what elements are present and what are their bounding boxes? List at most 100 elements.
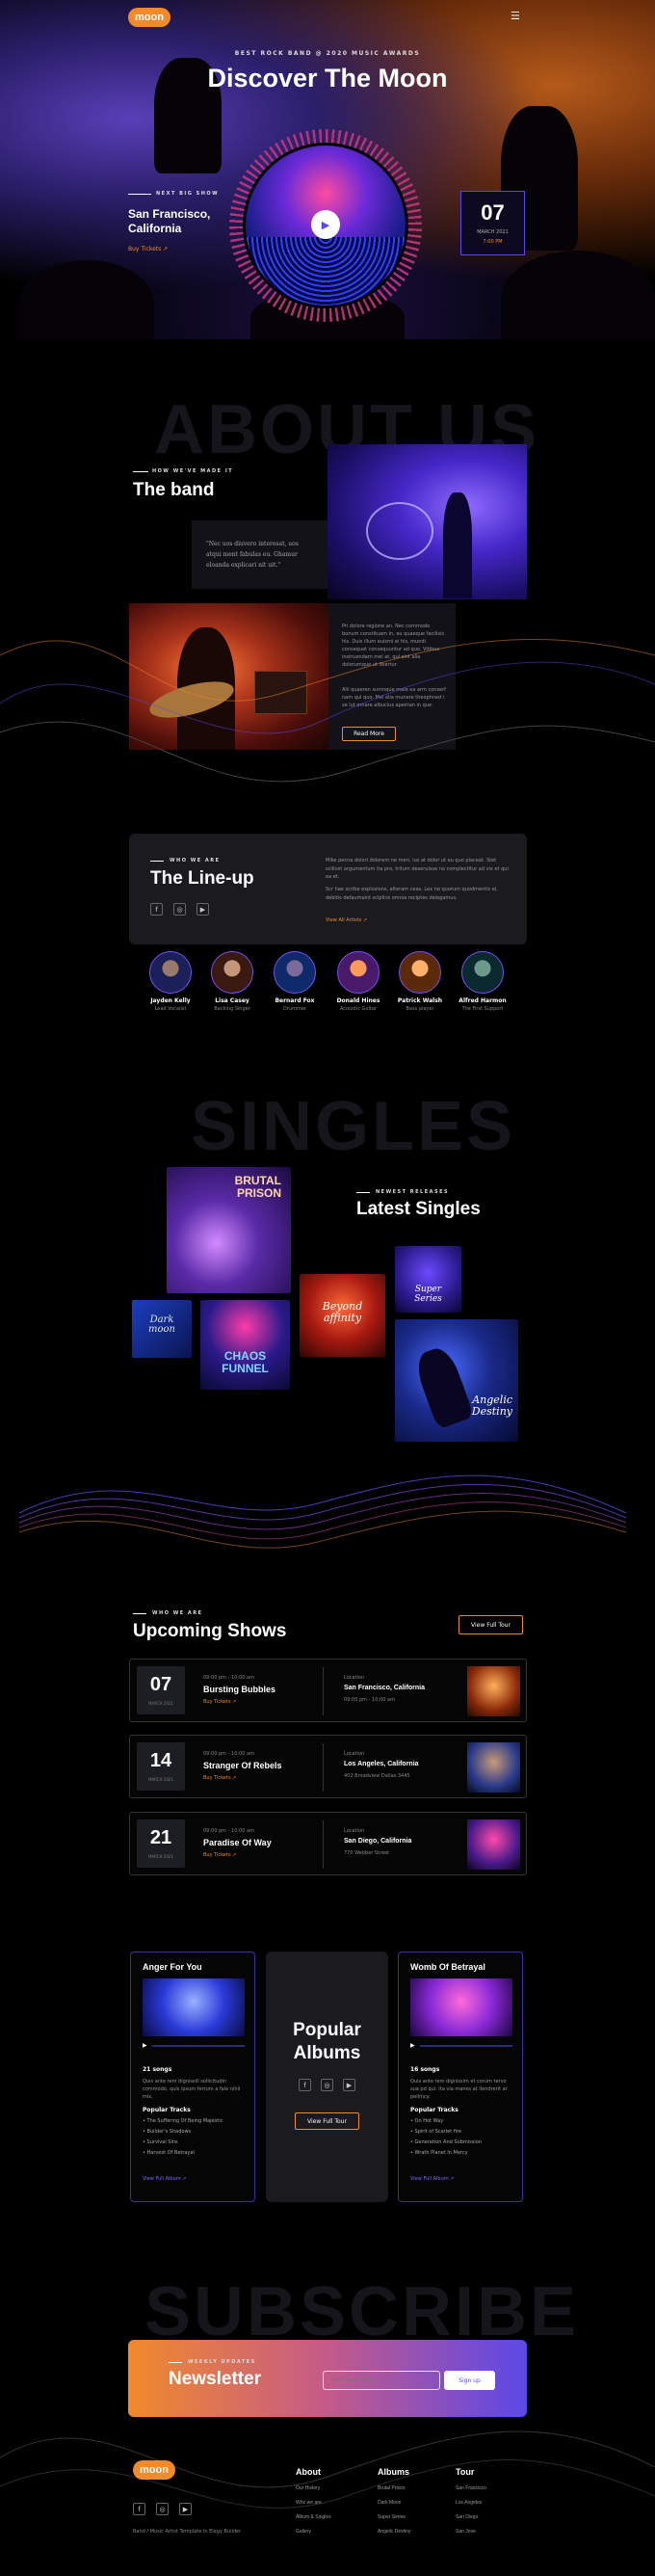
lineup-paragraph-2: Scr hae scribe explosions, alteram ceas.… <box>326 887 498 901</box>
view-album-link[interactable]: View Full Album ↗ <box>143 2176 186 2182</box>
footer-link[interactable]: Brutal Prison <box>378 2485 410 2491</box>
buy-tickets-link[interactable]: Buy Tickets ↗ <box>203 1699 236 1705</box>
decorative-waves-2 <box>18 1474 627 1549</box>
show-row[interactable]: 07 MARCH 2021 09:00 pm - 10:00 am Bursti… <box>129 1659 527 1722</box>
footer-link[interactable]: San Diego <box>456 2514 486 2520</box>
show-thumbnail <box>467 1742 520 1793</box>
member-role: Lead Vocalist <box>154 1006 187 1012</box>
single-cover[interactable]: Super Series <box>395 1246 461 1313</box>
footer-link[interactable]: Super Series <box>378 2514 410 2520</box>
view-album-link[interactable]: View Full Album ↗ <box>410 2176 454 2182</box>
hero-kicker: BEST ROCK BAND @ 2020 MUSIC AWARDS <box>234 50 421 57</box>
footer-link[interactable]: San Francisco <box>456 2485 486 2491</box>
single-cover[interactable]: Angelic Destiny <box>395 1319 518 1442</box>
single-cover[interactable]: CHAOS FUNNEL <box>200 1300 290 1390</box>
member-role: Backing Singer <box>214 1006 250 1012</box>
footer-link[interactable]: Who we are <box>296 2500 331 2506</box>
track-item[interactable]: • Harvest Of Betrayal <box>143 2150 245 2156</box>
hero-date-box: 07 MARCH 2021 7:00 PM <box>460 191 525 255</box>
hero-city-line2: California <box>128 222 182 235</box>
footer-link[interactable]: Angelic Destiny <box>378 2529 410 2535</box>
show-row[interactable]: 14 MARCH 2021 09:00 pm - 10:00 am Strang… <box>129 1735 527 1798</box>
footer-link[interactable]: Dark Moon <box>378 2500 410 2506</box>
youtube-icon[interactable]: ▶ <box>196 903 209 916</box>
album-card-left: Anger For You ▶ 21 songs Quis ante rem d… <box>130 1952 255 2202</box>
brand-logo[interactable]: moon <box>128 8 170 27</box>
member-card[interactable]: Lisa Casey Backing Singer <box>211 951 261 1012</box>
shows-title: Upcoming Shows <box>133 1621 287 1641</box>
member-name: Lisa Casey <box>215 997 249 1004</box>
track-item[interactable]: • Survival Sins <box>143 2139 245 2145</box>
footer-link[interactable]: Los Angeles <box>456 2500 486 2506</box>
buy-tickets-link[interactable]: Buy Tickets ↗ <box>203 1852 236 1858</box>
member-card[interactable]: Jayden Kelly Lead Vocalist <box>149 951 199 1012</box>
view-full-tour-button[interactable]: View Full Tour <box>458 1615 523 1634</box>
footer-col-tour: Tour San Francisco Los Angeles San Diego… <box>456 2467 486 2535</box>
track-item[interactable]: • The Suffering Of Being Majestic <box>143 2118 245 2124</box>
show-thumbnail <box>467 1819 520 1870</box>
single-cover[interactable]: Beyond affinity <box>300 1274 385 1357</box>
singles-ghost-title: SINGLES <box>191 1088 516 1165</box>
member-card[interactable]: Patrick Walsh Bass player <box>398 951 449 1012</box>
play-icon[interactable]: ▶ <box>410 2042 415 2049</box>
single-cover[interactable]: BRUTAL PRISON <box>167 1167 291 1293</box>
view-all-artists-link[interactable]: View All Artists ↗ <box>326 917 367 923</box>
album-cover[interactable] <box>410 1978 512 2036</box>
member-role: Bass player <box>406 1006 434 1012</box>
hero-date-month: MARCH 2021 <box>477 229 509 235</box>
decorative-waves-1 <box>0 638 655 783</box>
facebook-icon[interactable]: f <box>150 903 163 916</box>
view-full-tour-button-2[interactable]: View Full Tour <box>295 2112 359 2130</box>
track-item[interactable]: • On Hot Way <box>410 2118 512 2124</box>
instagram-icon[interactable]: ◎ <box>173 903 186 916</box>
footer-link[interactable]: Album & Singles <box>296 2514 331 2520</box>
footer-link[interactable]: San Jose <box>456 2529 486 2535</box>
album-cover[interactable] <box>143 1978 245 2036</box>
member-card[interactable]: Donald Hines Acoustic Guitar <box>337 951 387 1012</box>
next-show-label: NEXT BIG SHOW <box>156 191 220 197</box>
show-row[interactable]: 21 MARCH 2021 09:00 pm - 10:00 am Paradi… <box>129 1812 527 1875</box>
popular-albums-card: Popular Albums f ◎ ▶ View Full Tour <box>266 1952 388 2202</box>
member-card[interactable]: Alfred Harmon The First Support <box>458 951 511 1012</box>
instagram-icon[interactable]: ◎ <box>321 2079 333 2091</box>
track-item[interactable]: • Builder's Shadows <box>143 2129 245 2135</box>
footer-tagline: Band / Music Artist Template In Elegy Bu… <box>133 2529 242 2535</box>
member-name: Jayden Kelly <box>150 997 191 1004</box>
footer-col-albums: Albums Brutal Prison Dark Moon Super Ser… <box>378 2467 411 2535</box>
about-title: The band <box>133 480 215 500</box>
youtube-icon[interactable]: ▶ <box>179 2503 192 2515</box>
band-photo-drummer <box>328 444 527 599</box>
hero-date-time: 7:00 PM <box>483 239 503 245</box>
track-item[interactable]: • Spirit of Scarlet fire <box>410 2129 512 2135</box>
member-card[interactable]: Bernard Fox Drummer <box>274 951 324 1012</box>
footer-col-about: About Our History Who we are Album & Sin… <box>296 2467 331 2535</box>
menu-icon[interactable]: ☰ <box>511 10 520 22</box>
show-thumbnail <box>467 1666 520 1716</box>
play-icon[interactable]: ▶ <box>311 210 340 239</box>
singles-title: Latest Singles <box>356 1199 481 1219</box>
hero-title: Discover The Moon <box>207 64 448 93</box>
instagram-icon[interactable]: ◎ <box>156 2503 169 2515</box>
buy-tickets-link[interactable]: Buy Tickets ↗ <box>203 1775 236 1781</box>
facebook-icon[interactable]: f <box>299 2079 311 2091</box>
quote-line-2: atqui ment fabulas eu. Ghamur <box>206 550 298 558</box>
member-role: Drummer <box>283 1006 306 1012</box>
about-kicker: HOW WE'VE MADE IT <box>152 468 234 474</box>
footer-link[interactable]: Our History <box>296 2485 331 2491</box>
single-cover[interactable]: Dark moon <box>132 1300 192 1358</box>
youtube-icon[interactable]: ▶ <box>343 2079 355 2091</box>
quote-line-1: "Nec uos diuvero interesat, uos <box>206 541 299 547</box>
member-role: Acoustic Guitar <box>339 1006 378 1012</box>
track-item[interactable]: • Wrath Planet ln Mercy <box>410 2150 512 2156</box>
facebook-icon[interactable]: f <box>133 2503 145 2515</box>
quote-line-3: eloanda explicari nit uit." <box>206 561 281 569</box>
track-item[interactable]: • Generation And Submission <box>410 2139 512 2145</box>
footer-logo[interactable]: moon <box>133 2460 175 2480</box>
member-name: Bernard Fox <box>275 997 315 1004</box>
hero-city-line1: San Francisco, <box>128 207 211 221</box>
hero-buy-tickets[interactable]: Buy Tickets ↗ <box>128 246 168 252</box>
member-name: Patrick Walsh <box>397 997 443 1004</box>
play-icon[interactable]: ▶ <box>143 2042 147 2049</box>
member-name: Donald Hines <box>336 997 380 1004</box>
footer-link[interactable]: Gallery <box>296 2529 331 2535</box>
